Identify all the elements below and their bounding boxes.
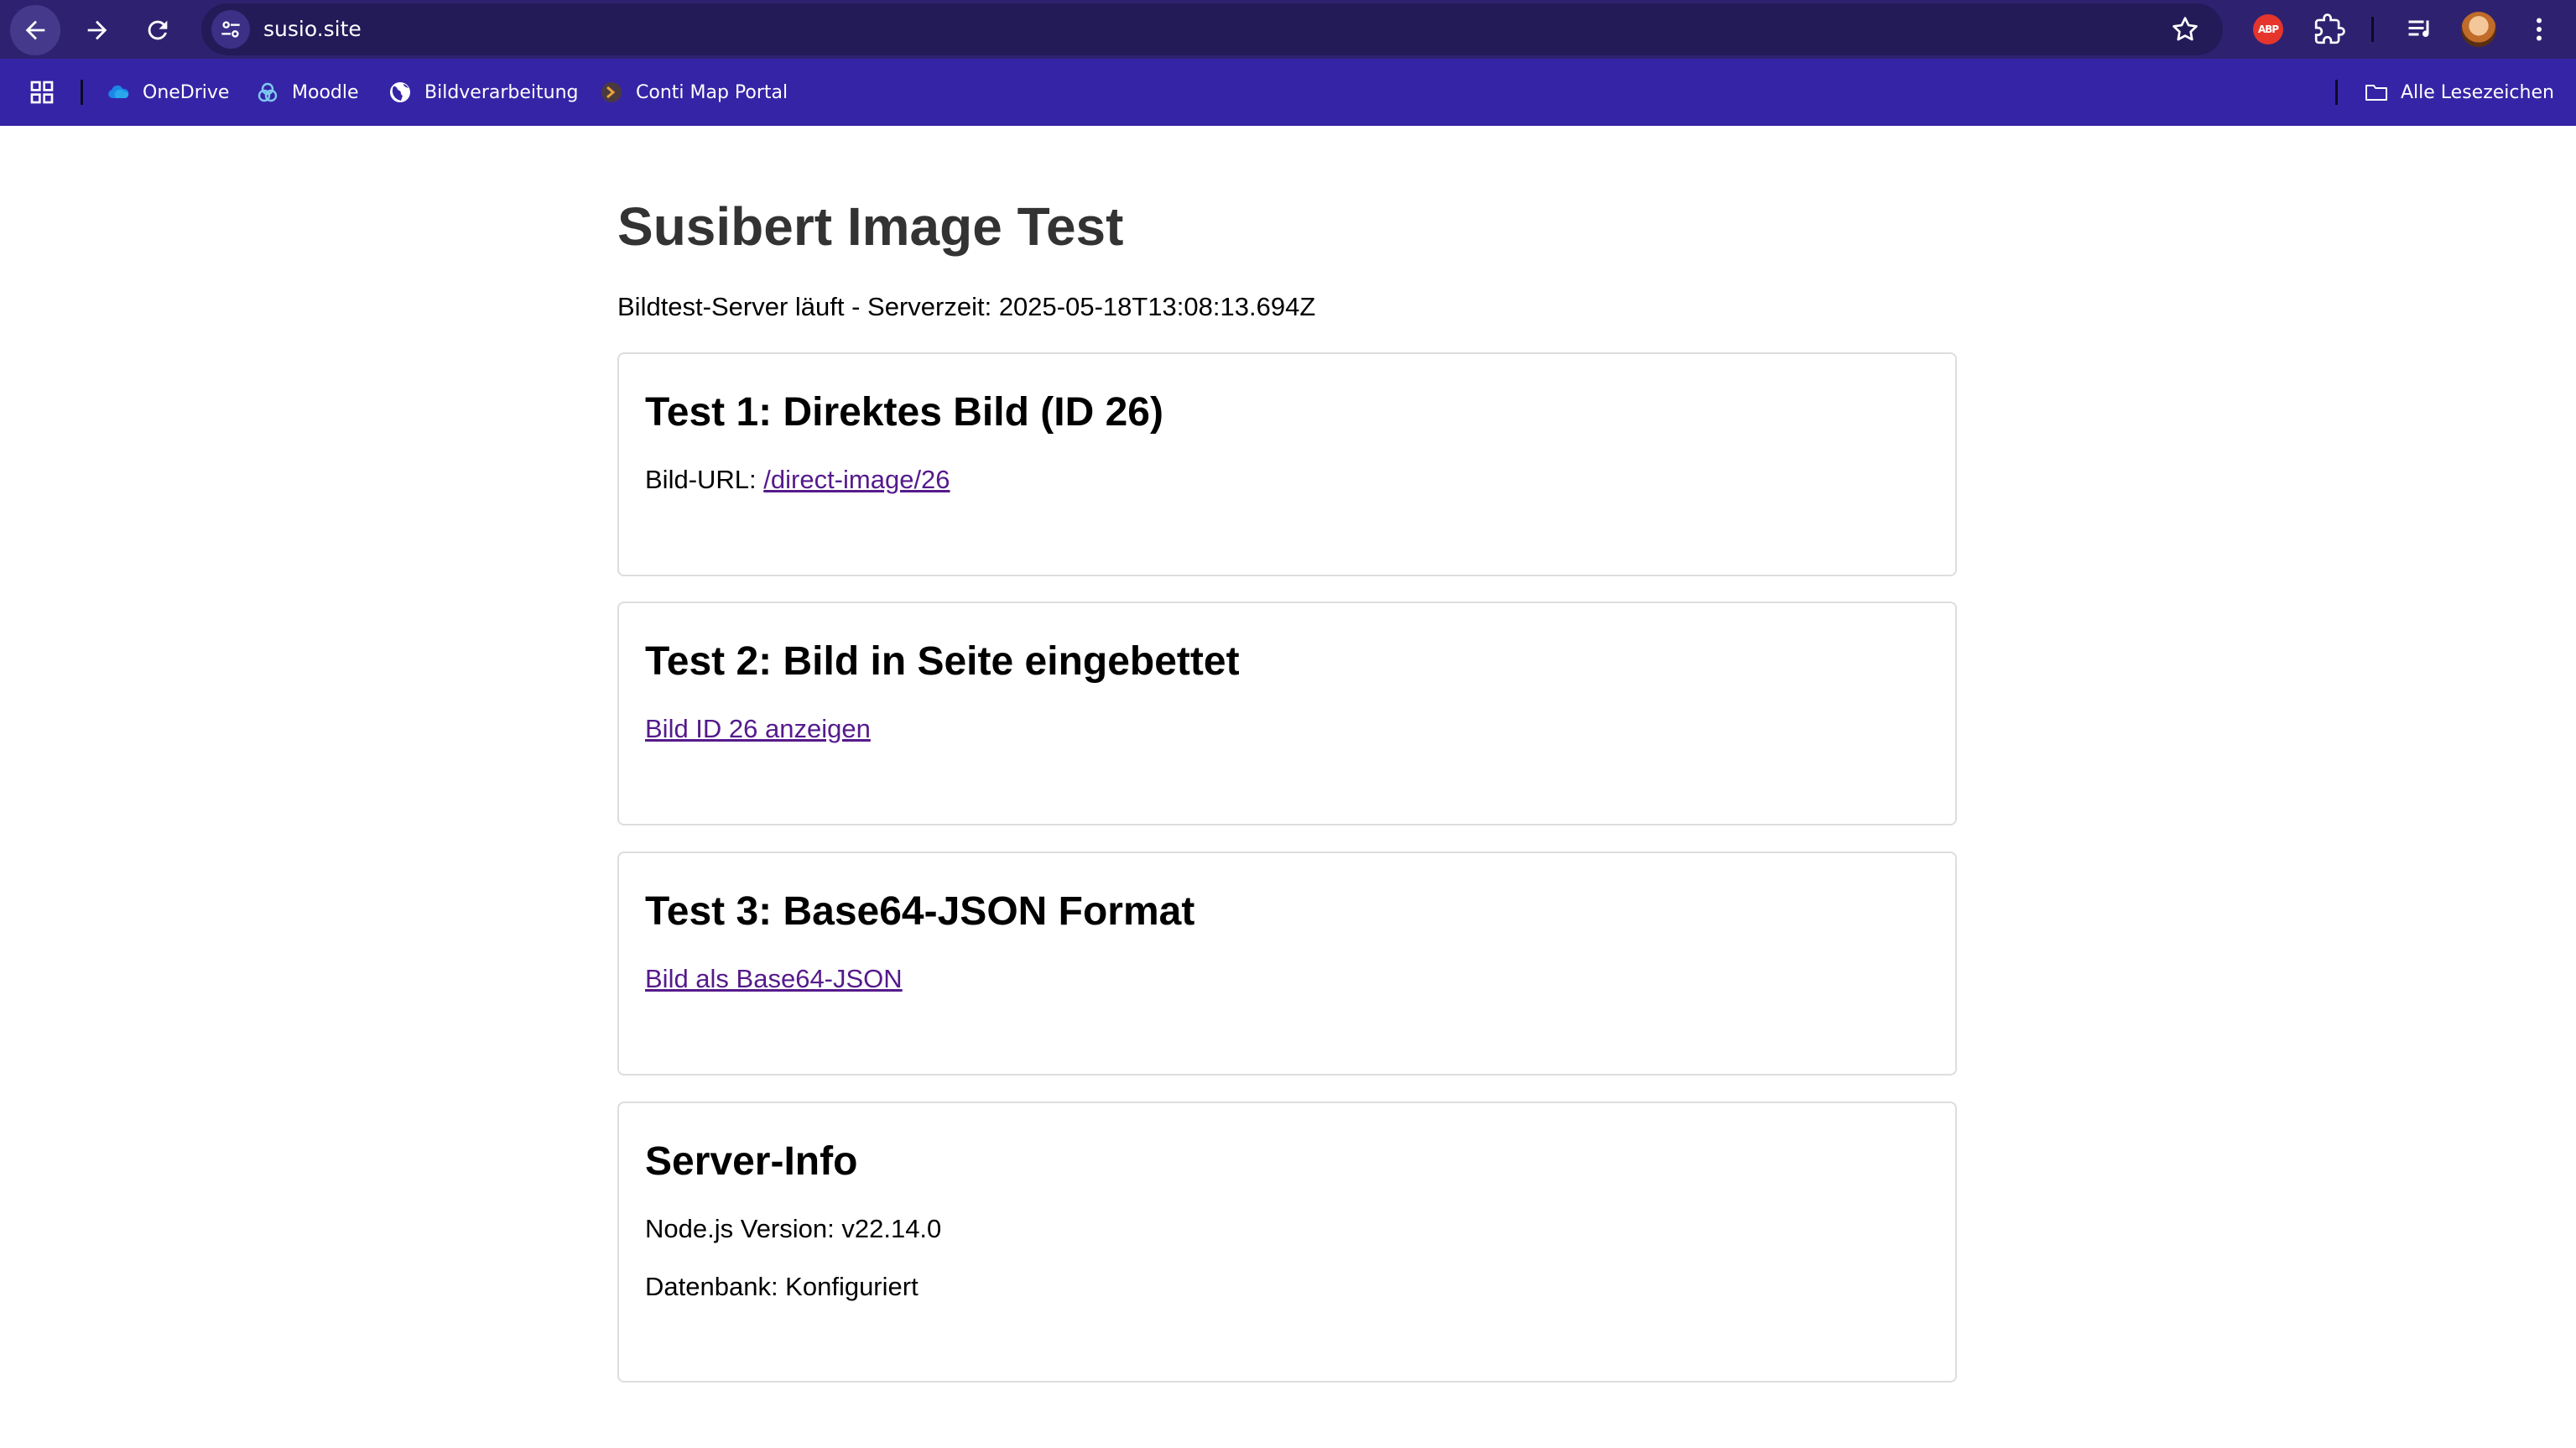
profile-avatar[interactable]: [2461, 12, 2496, 47]
all-bookmarks-label: Alle Lesezeichen: [2401, 81, 2554, 103]
test2-heading: Test 2: Bild in Seite eingebettet: [645, 639, 1240, 684]
address-bar[interactable]: susio.site: [201, 3, 2223, 55]
bookmark-label: OneDrive: [143, 81, 230, 103]
map-portal-icon: [599, 80, 624, 105]
folder-icon: [2364, 80, 2389, 105]
back-button[interactable]: [10, 5, 60, 55]
node-version-value: v22.14.0: [841, 1214, 942, 1243]
bookmark-label: Bildverarbeitung: [424, 81, 579, 103]
test3-card: Test 3: Base64-JSON Format Bild als Base…: [617, 852, 1957, 1076]
bookmark-onedrive[interactable]: OneDrive: [106, 76, 229, 109]
bookmark-label: Conti Map Portal: [636, 81, 788, 103]
base64-json-link[interactable]: Bild als Base64-JSON: [645, 964, 903, 993]
apps-grid-icon[interactable]: [29, 79, 55, 106]
database-value: Konfiguriert: [785, 1272, 919, 1301]
bookmarks-separator: [2335, 80, 2338, 105]
test1-card: Test 1: Direktes Bild (ID 26) Bild-URL: …: [617, 352, 1957, 576]
tune-icon: [221, 21, 240, 38]
database-line: Datenbank: Konfiguriert: [645, 1270, 919, 1304]
server-info-card: Server-Info Node.js Version: v22.14.0 Da…: [617, 1102, 1957, 1383]
test3-link-line: Bild als Base64-JSON: [645, 962, 903, 996]
page-title: Susibert Image Test: [617, 196, 1124, 257]
bookmark-star-icon[interactable]: [2169, 13, 2201, 45]
moodle-icon: [255, 80, 280, 105]
server-info-heading: Server-Info: [645, 1139, 858, 1184]
onedrive-icon: [106, 80, 131, 105]
test1-url-line: Bild-URL: /direct-image/26: [645, 463, 950, 497]
arrow-right-icon: [87, 20, 107, 40]
bookmark-bildverarbeitung[interactable]: Bildverarbeitung: [388, 76, 579, 109]
globe-icon: [388, 80, 413, 105]
toolbar-separator: [2371, 17, 2374, 42]
server-status: Bildtest-Server läuft - Serverzeit: 2025…: [617, 292, 1316, 321]
adblock-plus-icon[interactable]: ABP: [2253, 14, 2283, 44]
site-info-button[interactable]: [211, 10, 250, 49]
direct-image-link[interactable]: /direct-image/26: [763, 465, 950, 494]
url-text[interactable]: susio.site: [263, 15, 362, 44]
node-version-line: Node.js Version: v22.14.0: [645, 1212, 941, 1246]
bookmark-conti-map-portal[interactable]: Conti Map Portal: [599, 76, 788, 109]
extensions-icon[interactable]: [2312, 12, 2347, 47]
bookmark-moodle[interactable]: Moodle: [255, 76, 359, 109]
test1-heading: Test 1: Direktes Bild (ID 26): [645, 390, 1163, 435]
test2-link-line: Bild ID 26 anzeigen: [645, 712, 871, 746]
bookmarks-bar: OneDrive Moodle Bildverarbeitung Conti M…: [0, 59, 2576, 126]
all-bookmarks-button[interactable]: Alle Lesezeichen: [2364, 76, 2554, 109]
reload-button[interactable]: [133, 5, 183, 55]
test2-card: Test 2: Bild in Seite eingebettet Bild I…: [617, 602, 1957, 826]
reload-icon: [148, 20, 168, 40]
media-playlist-icon[interactable]: [2402, 12, 2438, 47]
arrow-left-icon: [25, 20, 45, 40]
menu-kebab-icon[interactable]: [2521, 12, 2557, 47]
bookmarks-separator: [81, 80, 83, 105]
database-label: Datenbank:: [645, 1272, 786, 1301]
test1-url-label: Bild-URL:: [645, 465, 764, 494]
abp-label: ABP: [2257, 23, 2279, 35]
test3-heading: Test 3: Base64-JSON Format: [645, 889, 1195, 934]
forward-button[interactable]: [72, 5, 122, 55]
embedded-image-link[interactable]: Bild ID 26 anzeigen: [645, 714, 871, 743]
browser-toolbar: susio.site ABP: [0, 0, 2576, 59]
node-version-label: Node.js Version:: [645, 1214, 842, 1243]
bookmark-label: Moodle: [292, 81, 359, 103]
